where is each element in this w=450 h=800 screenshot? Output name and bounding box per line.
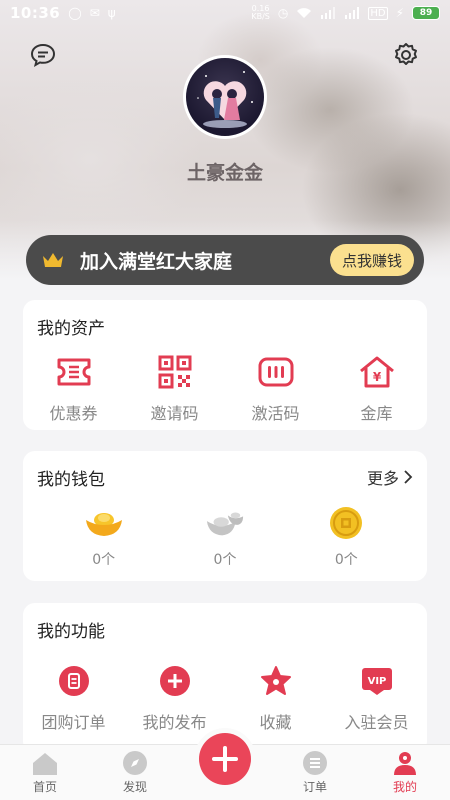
chevron-right-icon: [404, 470, 413, 484]
svg-text:VIP: VIP: [367, 676, 386, 687]
signal-icon: [321, 7, 336, 19]
vip-entry[interactable]: VIP 入驻会员: [326, 661, 427, 733]
hd-icon: HD: [368, 6, 388, 20]
qrcode-icon: [155, 352, 195, 392]
profile-icon: [394, 752, 416, 775]
vault-house-icon: ¥: [357, 352, 397, 392]
nav-mine-label: 我的: [392, 780, 417, 794]
order-list-icon: [303, 751, 327, 775]
vault-entry[interactable]: ¥ 金库: [326, 352, 427, 424]
coupon-entry[interactable]: 优惠券: [23, 352, 124, 424]
gold-ingot-count: 0个: [92, 552, 116, 568]
my-functions-card: 我的功能 团购订单 我的发布 收藏 VIP 入驻会员: [23, 603, 427, 753]
my-functions-title: 我的功能: [37, 622, 105, 642]
center-add-button[interactable]: [199, 733, 251, 785]
username: 土豪金金: [186, 162, 263, 184]
compass-icon: [123, 751, 147, 775]
alarm-icon: ◷: [277, 6, 289, 20]
silver-ingot-icon: [205, 503, 245, 543]
group-order-icon: [54, 661, 94, 701]
invite-code-entry[interactable]: 邀请码: [124, 352, 225, 424]
svg-text:¥: ¥: [372, 370, 381, 384]
nav-discover[interactable]: 发现: [90, 745, 180, 800]
join-banner-title: 加入满堂红大家庭: [80, 250, 233, 273]
plus-icon: [212, 746, 238, 772]
wallet-more-link[interactable]: 更多: [367, 465, 413, 489]
my-wallet-title: 我的钱包: [37, 470, 105, 490]
silver-ingot-count: 0个: [213, 552, 237, 568]
group-order-label: 团购订单: [41, 713, 106, 732]
status-time: 10:36: [10, 4, 61, 22]
group-order-entry[interactable]: 团购订单: [23, 661, 124, 733]
nav-orders-label: 订单: [302, 780, 327, 794]
vip-icon: VIP: [357, 661, 397, 701]
vault-label: 金库: [360, 404, 393, 423]
charging-icon: ⚡: [395, 6, 404, 20]
activation-code-label: 激活码: [251, 404, 300, 423]
message-icon[interactable]: [28, 40, 58, 70]
copper-coin-count: 0个: [334, 552, 358, 568]
home-icon: [33, 753, 57, 775]
favorite-star-icon: [256, 661, 296, 701]
publish-plus-icon: [155, 661, 195, 701]
avatar[interactable]: [183, 55, 267, 139]
gold-ingot-icon: [84, 503, 124, 543]
wallet-more-label: 更多: [366, 469, 399, 488]
favorites-entry[interactable]: 收藏: [225, 661, 326, 733]
wifi-icon: [297, 8, 312, 18]
nav-home[interactable]: 首页: [0, 745, 90, 800]
nav-home-label: 首页: [32, 780, 57, 794]
network-speed-unit: KB/S: [251, 12, 270, 21]
favorites-label: 收藏: [259, 713, 292, 732]
nav-mine[interactable]: 我的: [360, 745, 450, 800]
join-family-banner[interactable]: 加入满堂红大家庭 点我赚钱: [26, 235, 424, 285]
nav-orders[interactable]: 订单: [270, 745, 360, 800]
nav-discover-label: 发现: [122, 780, 147, 794]
copper-coin-icon: [326, 503, 366, 543]
my-assets-title: 我的资产: [37, 319, 105, 339]
mail-icon: ✉: [89, 6, 100, 20]
vip-label: 入驻会员: [344, 713, 409, 732]
activation-code-entry[interactable]: 激活码: [225, 352, 326, 424]
my-publish-label: 我的发布: [142, 713, 207, 732]
copper-coin-entry[interactable]: 0个: [286, 503, 407, 569]
silver-ingot-entry[interactable]: 0个: [164, 503, 285, 569]
crown-icon: [43, 253, 63, 267]
activation-code-icon: [256, 352, 296, 392]
my-publish-entry[interactable]: 我的发布: [124, 661, 225, 733]
coupon-icon: [54, 352, 94, 392]
my-wallet-card: 我的钱包 更多 0个 0个 0个: [23, 451, 427, 581]
my-assets-card: 我的资产 优惠券 邀请码 激活码 ¥ 金库: [23, 300, 427, 430]
settings-gear-icon[interactable]: [391, 40, 421, 70]
usb-icon: ψ: [107, 6, 116, 20]
invite-code-label: 邀请码: [150, 404, 199, 423]
status-bar: 10:36 ◯ ✉ ψ 0.16 KB/S ◷ HD ⚡ 89: [0, 0, 450, 26]
gold-ingot-entry[interactable]: 0个: [43, 503, 164, 569]
battery-icon: 89: [412, 6, 440, 20]
check-circle-icon: ◯: [68, 6, 82, 20]
earn-money-button[interactable]: 点我赚钱: [329, 244, 414, 276]
coupon-label: 优惠券: [49, 404, 98, 423]
signal-2-icon: [345, 7, 360, 19]
network-speed: 0.16 KB/S: [251, 5, 270, 21]
